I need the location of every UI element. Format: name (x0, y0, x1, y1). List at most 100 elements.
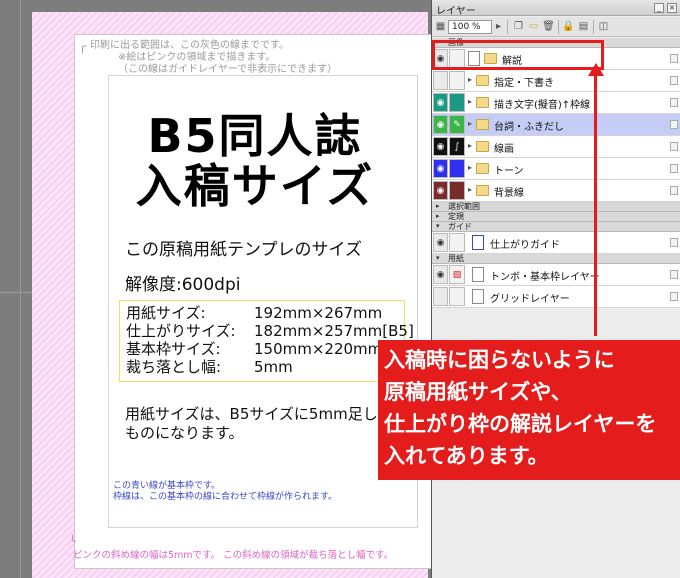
layer-option-icon[interactable] (670, 238, 678, 247)
layer-option-icon[interactable] (670, 292, 678, 301)
lock-icon[interactable]: 🔒 (562, 20, 575, 33)
delete-layer-icon[interactable]: 🗑 (542, 20, 555, 33)
lock-slot[interactable] (449, 233, 465, 252)
close-button[interactable]: × (667, 3, 677, 13)
new-layer-icon[interactable]: ❐ (512, 20, 525, 33)
opacity-arrow-icon[interactable]: ▸ (492, 20, 505, 33)
layer-option-icon[interactable] (670, 186, 678, 195)
visibility-eye-icon[interactable]: ◉ (433, 115, 448, 134)
lock-slot[interactable] (449, 71, 465, 90)
folder-icon (476, 75, 489, 86)
group-label: 用紙 (448, 254, 464, 263)
bleed-note: ピンクの斜め線の幅は5mmです。 この斜め線の領域が裁ち落とし幅です。 (73, 550, 394, 561)
layer-row-lineart[interactable]: ◉ ∫ ▸ 線画 (432, 136, 680, 158)
layer-name: トンボ・基本枠レイヤー (490, 272, 600, 283)
canvas-area[interactable]: ╭ 印刷に出る範囲は、この灰色の線までです。 ※絵はピンクの領域まで描きます。 … (0, 0, 431, 578)
collapse-icon[interactable]: ▾ (436, 222, 440, 230)
visibility-eye-icon[interactable] (433, 71, 448, 90)
lock-slot[interactable] (449, 287, 465, 306)
folder-icon (476, 97, 489, 108)
visibility-eye-icon[interactable]: ◉ (433, 137, 448, 156)
layer-option-icon[interactable] (670, 164, 678, 173)
layer-option-icon[interactable] (670, 98, 678, 107)
clip-icon[interactable]: ▤ (577, 20, 590, 33)
layer-name: 仕上がりガイド (490, 240, 560, 251)
collapse-icon[interactable]: ▸ (436, 202, 440, 210)
collapse-icon[interactable]: ▸ (436, 212, 440, 220)
trim-mark-layer-icon (472, 267, 484, 282)
template-size-caption: この原稿用紙テンプレのサイズ (125, 240, 362, 260)
spec-row: 基本枠サイズ: 150mm×220mm (126, 341, 382, 358)
spec-label: 裁ち落とし幅: (126, 358, 222, 376)
commentary-layer-highlight (432, 40, 604, 70)
layer-row-dialogue[interactable]: ◉ ✎ ▸ 台詞・ふきだし (432, 114, 680, 136)
visibility-eye-icon[interactable]: ◉ (433, 93, 448, 112)
paper-trim-area: ╭ 印刷に出る範囲は、この灰色の線までです。 ※絵はピンクの領域まで描きます。 … (69, 34, 431, 569)
spec-value: 192mm×267mm (254, 304, 383, 322)
minimize-button[interactable]: _ (654, 3, 664, 13)
expand-icon[interactable]: ▸ (468, 163, 472, 172)
layer-option-icon[interactable] (670, 76, 678, 85)
layer-row-grid[interactable]: グリッドレイヤー (432, 286, 680, 308)
layer-option-icon[interactable] (670, 270, 678, 279)
layer-row-finish-guide[interactable]: ◉ 仕上がりガイド (432, 232, 680, 254)
title-line: 入稿サイズ (135, 159, 375, 213)
spec-label: 用紙サイズ: (126, 304, 206, 322)
group-header-selection[interactable]: ▸ 選択範囲 (432, 202, 680, 212)
color-slot[interactable] (449, 93, 465, 112)
layer-row-background[interactable]: ◉ ▸ 背景線 (432, 180, 680, 202)
layer-option-icon[interactable] (670, 142, 678, 151)
color-slot[interactable] (449, 181, 465, 200)
expand-icon[interactable]: ▸ (468, 119, 472, 128)
expand-icon[interactable]: ▸ (468, 75, 472, 84)
visibility-eye-icon[interactable]: ◉ (433, 265, 448, 284)
layer-row-trim-marks[interactable]: ◉ ▨ トンボ・基本枠レイヤー (432, 264, 680, 286)
toolbar-divider (593, 20, 594, 34)
opacity-field[interactable]: 100 % (448, 20, 492, 34)
grid-layer-icon (472, 289, 484, 304)
visibility-eye-icon[interactable]: ◉ (433, 233, 448, 252)
blend-mode-icon[interactable]: ▦ (434, 20, 447, 33)
toolbar-divider (558, 20, 559, 34)
spec-row: 用紙サイズ: 192mm×267mm (126, 305, 382, 322)
visibility-eye-icon[interactable]: ◉ (433, 181, 448, 200)
visibility-eye-icon[interactable] (433, 287, 448, 306)
print-range-note: 印刷に出る範囲は、この灰色の線までです。 ※絵はピンクの領域まで描きます。 （こ… (90, 40, 337, 76)
paper-size-summary: 用紙サイズは、B5サイズに5mm足した ものになります。 (125, 405, 393, 443)
reference-icon[interactable]: ◫ (597, 20, 610, 33)
layer-name: グリッドレイヤー (490, 294, 570, 305)
spec-value: 182mm×257mm[B5] (254, 322, 414, 340)
layer-option-icon[interactable] (670, 54, 678, 63)
collapse-icon[interactable]: ▾ (436, 254, 440, 262)
basic-frame-note: この青い線が基本枠です。 枠線は、この基本枠の線に合わせて枠線が作られます。 (113, 481, 337, 503)
print-note-line: 印刷に出る範囲は、この灰色の線までです。 (90, 40, 289, 51)
layer-name: 線画 (494, 144, 514, 155)
layer-name: 描き文字(擬音)↑枠線 (494, 100, 591, 111)
layer-option-icon[interactable] (670, 120, 678, 129)
folder-icon (476, 141, 489, 152)
color-slot[interactable]: ∫ (449, 137, 465, 156)
group-header-paper[interactable]: ▾ 用紙 (432, 254, 680, 264)
color-slot[interactable] (449, 159, 465, 178)
title-line: B5同人誌 (147, 109, 363, 163)
spec-label: 仕上がりサイズ: (126, 322, 236, 340)
callout-line: 入れてあります。 (384, 444, 549, 468)
group-header-guide[interactable]: ▾ ガイド (432, 222, 680, 232)
callout-line: 原稿用紙サイズや、 (384, 380, 572, 404)
new-folder-icon[interactable]: ▭ (527, 20, 540, 33)
layer-row-sound-effects[interactable]: ◉ ▸ 描き文字(擬音)↑枠線 (432, 92, 680, 114)
expand-icon[interactable]: ▸ (468, 185, 472, 194)
resolution-caption: 解像度:600dpi (125, 275, 241, 295)
layer-row-draft[interactable]: ▸ 指定・下書き (432, 70, 680, 92)
folder-icon (476, 185, 489, 196)
panel-titlebar[interactable]: レイヤー _ × (432, 0, 680, 17)
expand-icon[interactable]: ▸ (468, 141, 472, 150)
pen-slot-icon[interactable]: ✎ (449, 115, 465, 134)
panel-title: レイヤー (436, 6, 476, 17)
lock-slot[interactable]: ▨ (449, 265, 465, 284)
summary-line: 用紙サイズは、B5サイズに5mm足した (125, 405, 393, 423)
visibility-eye-icon[interactable]: ◉ (433, 159, 448, 178)
layer-name: 指定・下書き (494, 78, 554, 89)
layer-row-tone[interactable]: ◉ ▸ トーン (432, 158, 680, 180)
expand-icon[interactable]: ▸ (468, 97, 472, 106)
